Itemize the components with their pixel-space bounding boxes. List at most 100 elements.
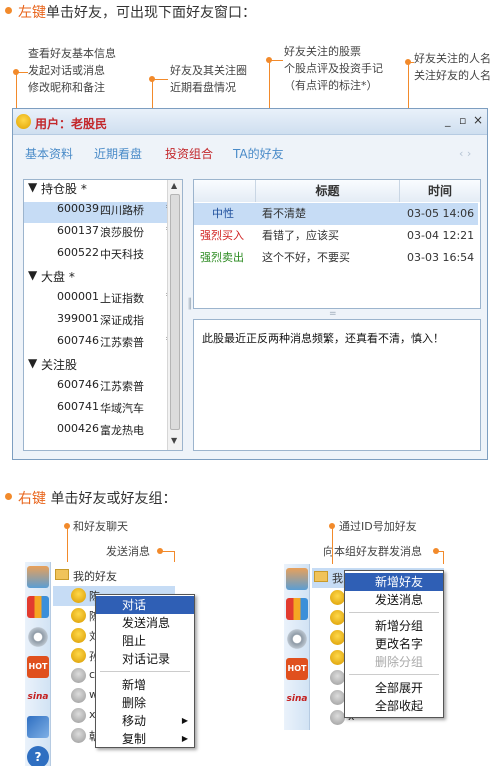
menu-item-send-message[interactable]: 发送消息: [96, 614, 194, 632]
scroll-thumb[interactable]: [170, 194, 180, 430]
rating-tag: 强烈卖出: [200, 251, 244, 264]
menu-separator: [100, 671, 190, 672]
tree-item[interactable]: 600746江苏索普*: [24, 334, 176, 355]
tree-group[interactable]: ▼ 大盘 *: [24, 268, 176, 289]
tab-recent-view[interactable]: 近期看盘: [94, 145, 142, 162]
friends-icon[interactable]: [27, 566, 49, 588]
stock-tree: ▼持仓股 * 600039四川路桥* 600137浪莎股份* 600522中天科…: [23, 179, 183, 451]
gear-icon[interactable]: [27, 626, 49, 648]
menu-item-add[interactable]: 新增: [96, 676, 194, 694]
friends-icon[interactable]: [286, 568, 308, 590]
expand-icon: ▼: [28, 268, 38, 282]
maximize-button[interactable]: ▫: [459, 114, 466, 127]
menu-item-send-message[interactable]: 发送消息: [345, 591, 443, 609]
annotation-line: 好友及其关注圈: [170, 64, 247, 77]
message-detail: 此股最近正反两种消息频繁，还真看不清，慎入！: [193, 319, 481, 451]
group-label: 持仓股 *: [41, 182, 87, 196]
tree-group[interactable]: ▼ 关注股: [24, 356, 176, 377]
menu-item-chat-history[interactable]: 对话记录: [96, 650, 194, 668]
tree-item[interactable]: 000426 富龙热电: [24, 422, 176, 443]
sina-icon[interactable]: sina: [27, 686, 49, 708]
stock-icon[interactable]: [27, 716, 49, 738]
close-button[interactable]: ×: [473, 113, 483, 127]
user-avatar-icon: [16, 114, 31, 129]
group-label: 关注股: [41, 358, 78, 372]
message-row[interactable]: 强烈买入 看错了，应该买 03-04 12:21: [194, 225, 478, 247]
avatar: [71, 588, 86, 603]
stock-name: 上证指数: [100, 292, 144, 305]
column-header-tag[interactable]: [194, 180, 256, 202]
tree-group[interactable]: ▼ 持仓股 *: [24, 180, 176, 201]
menu-item-move-label: 移动: [122, 714, 147, 728]
stock-code: 000426: [57, 422, 99, 435]
stock-name: 中天科技: [100, 248, 144, 261]
stock-code: 399001: [57, 312, 99, 325]
tab-friends[interactable]: TA的好友: [233, 145, 284, 162]
annotation-basic-info: 查看好友基本信息 发起对话或消息 修改昵称和备注: [28, 45, 116, 96]
connector-dot: [149, 76, 155, 82]
menu-item-delete[interactable]: 删除: [96, 694, 194, 712]
chart-icon[interactable]: [286, 598, 308, 620]
help-icon[interactable]: ?: [27, 746, 49, 766]
stock-name: 华域汽车: [100, 402, 144, 415]
avatar: [330, 610, 345, 625]
menu-item-add-friend[interactable]: 新增好友: [345, 573, 443, 591]
section2-text: 单击好友或好友组：: [50, 491, 177, 507]
hot-icon[interactable]: HOT: [27, 656, 49, 678]
window-title: 用户：老股民: [35, 117, 108, 131]
menu-separator: [349, 674, 439, 675]
scroll-down-icon[interactable]: ▼: [171, 436, 177, 445]
friend-group[interactable]: 我的好友: [53, 566, 175, 586]
menu-item-block[interactable]: 阻止: [96, 632, 194, 650]
tab-scroll-arrows-icon[interactable]: ‹ ›: [459, 147, 471, 160]
column-header-title[interactable]: 标题: [256, 180, 400, 202]
tree-item[interactable]: 600522 中天科技: [24, 246, 176, 267]
tab-basic-info[interactable]: 基本资料: [25, 145, 73, 162]
annotation-friends: 好友关注的人名 关注好友的人名: [414, 50, 496, 84]
stock-code: 600039: [57, 202, 99, 215]
window-titlebar[interactable]: 用户：老股民 _ ▫ ×: [13, 109, 487, 135]
left-sidebar: HOT sina ?: [25, 562, 51, 766]
sina-icon[interactable]: sina: [286, 688, 308, 710]
group-label: 大盘 *: [41, 270, 75, 284]
hot-icon[interactable]: HOT: [286, 658, 308, 680]
avatar: [71, 728, 86, 743]
tree-item[interactable]: 399001 深证成指: [24, 312, 176, 333]
menu-item-expand-all[interactable]: 全部展开: [345, 679, 443, 697]
message-title: 这个不好，不要买: [262, 251, 350, 264]
tree-item[interactable]: 600039四川路桥*: [24, 202, 176, 223]
annotation-line: 发起对话或消息: [28, 64, 105, 77]
group-context-menu: 新增好友 发送消息 新增分组 更改名字 删除分组 全部展开 全部收起: [344, 570, 444, 718]
chart-icon[interactable]: [27, 596, 49, 618]
splitter-handle-icon[interactable]: =: [329, 309, 338, 319]
menu-item-delete-group[interactable]: 删除分组: [345, 653, 443, 671]
bullet-icon: [5, 7, 12, 14]
submenu-arrow-icon: ▶: [181, 716, 188, 725]
stock-name: 江苏索普: [100, 380, 144, 393]
message-row[interactable]: 中性 看不清楚 03-05 14:06: [194, 203, 478, 225]
column-header-time[interactable]: 时间: [400, 180, 480, 202]
gear-icon[interactable]: [286, 628, 308, 650]
section1-text: 单击好友，可出现下面好友窗口：: [46, 5, 256, 21]
section2-heading: 右键 单击好友或好友组：: [18, 488, 176, 508]
message-row[interactable]: 强烈卖出 这个不好，不要买 03-03 16:54: [194, 247, 478, 269]
minimize-button[interactable]: _: [445, 114, 451, 127]
stock-code: 600741: [57, 400, 99, 413]
annotation-line: （有点评的标注*）: [284, 79, 378, 92]
tree-item[interactable]: 600137浪莎股份*: [24, 224, 176, 245]
tree-item[interactable]: 600746 江苏索普: [24, 378, 176, 399]
menu-item-chat[interactable]: 对话: [96, 596, 194, 614]
tab-portfolio[interactable]: 投资组合: [165, 145, 213, 162]
tree-item[interactable]: 000001上证指数*: [24, 290, 176, 311]
menu-item-rename[interactable]: 更改名字: [345, 635, 443, 653]
menu-item-copy[interactable]: 复制 ▶: [96, 730, 194, 748]
tree-item[interactable]: 600741 华域汽车: [24, 400, 176, 421]
menu-item-collapse-all[interactable]: 全部收起: [345, 697, 443, 715]
stock-code: 000001: [57, 290, 99, 303]
connector-line: [436, 551, 443, 552]
scroll-up-icon[interactable]: ▲: [171, 181, 177, 190]
annotation-add-by-id: 通过ID号加好友: [339, 520, 417, 533]
tree-scrollbar[interactable]: ▲ ▼: [167, 180, 182, 450]
menu-item-add-group[interactable]: 新增分组: [345, 617, 443, 635]
menu-item-move[interactable]: 移动 ▶: [96, 712, 194, 730]
